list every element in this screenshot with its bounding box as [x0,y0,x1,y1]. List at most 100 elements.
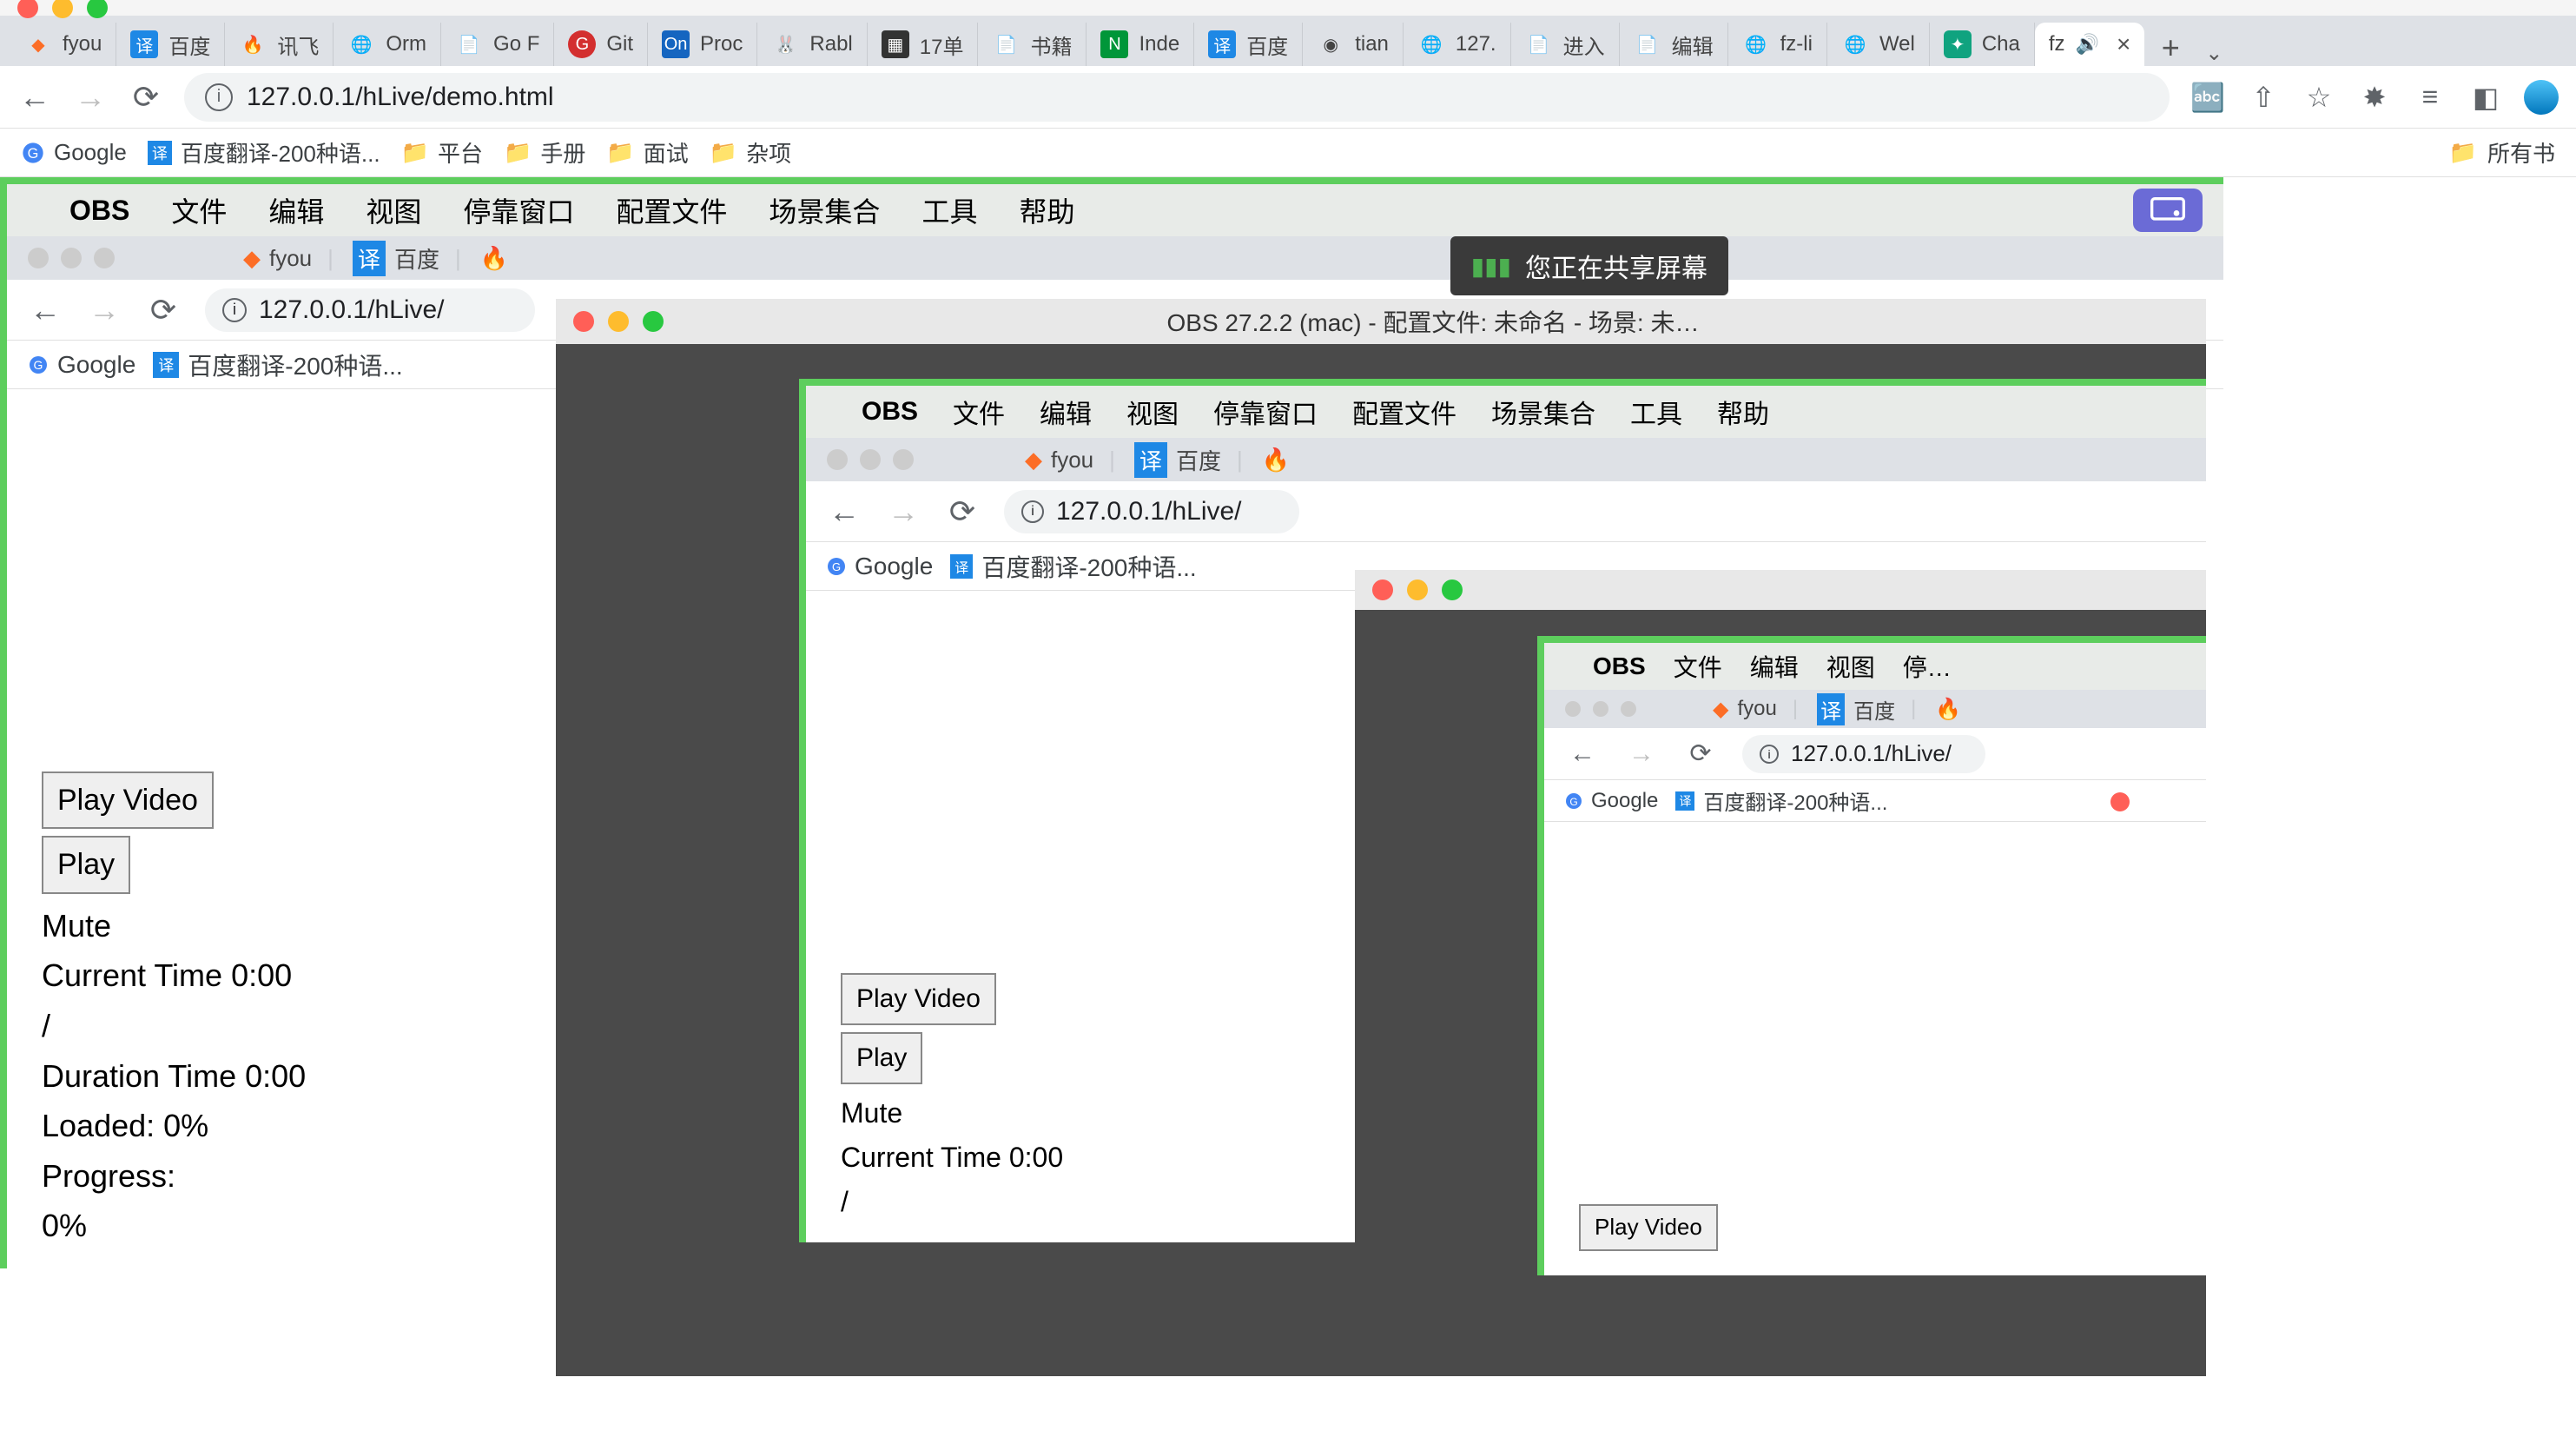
reload-button[interactable]: ⟳ [1683,737,1718,771]
menu-file[interactable]: 文件 [953,393,1005,431]
close-dot[interactable] [2110,792,2130,811]
inner-tab-fire[interactable]: 🔥 [480,245,508,272]
menu-edit[interactable]: 编辑 [1040,393,1092,431]
tab-tian[interactable]: ◉tian [1303,23,1404,66]
bookmark-baidu[interactable]: 译百度翻译-200种语... [153,348,402,382]
maximize-dot[interactable] [643,311,664,332]
inner-tab-gitlab[interactable]: ◆fyou| [1025,447,1122,473]
play-video-button[interactable]: Play Video [841,973,996,1025]
bookmark-google[interactable]: GGoogle [827,553,933,580]
reload-button[interactable]: ⟳ [945,494,980,529]
menu-view[interactable]: 视图 [1826,649,1875,684]
menu-dock[interactable]: 停… [1903,649,1952,684]
site-info-icon[interactable]: i [222,298,247,322]
tab-proc[interactable]: OnProc [648,23,757,66]
tab-gof[interactable]: 📄Go F [441,23,554,66]
forward-button[interactable]: → [73,80,108,115]
tab-17[interactable]: ▦17单 [868,23,979,66]
tab-baidu2[interactable]: 译百度 [1194,23,1303,66]
reading-list-icon[interactable]: ≡ [2413,80,2447,115]
tab-rabbit[interactable]: 🐰Rabl [757,23,867,66]
inner-tab-fire[interactable]: 🔥 [1935,697,1961,722]
play-button[interactable]: Play [42,836,130,893]
site-info-icon[interactable]: i [1760,745,1779,764]
maximize-dot[interactable] [87,0,108,18]
menu-profile[interactable]: 配置文件 [616,190,727,230]
maximize-dot[interactable] [1442,579,1463,600]
obs-titlebar-l2[interactable]: OBS 27.2.2 (mac) - 配置文件: 未命名 - 场景: 未… [556,299,2206,344]
bookmark-folder-manual[interactable]: 📁手册 [504,136,585,169]
back-button[interactable]: ← [28,293,63,328]
bookmark-baidu[interactable]: 译百度翻译-200种语... [950,549,1196,584]
tab-baidu[interactable]: 译百度 [116,23,225,66]
bookmark-google[interactable]: GGoogle [1565,789,1658,813]
tab-books[interactable]: 📄书籍 [978,23,1087,66]
menu-profile[interactable]: 配置文件 [1352,393,1456,431]
menu-view[interactable]: 视图 [366,190,421,230]
address-bar[interactable]: i 127.0.0.1/hLive/demo.html [184,73,2170,122]
menu-tools[interactable]: 工具 [1630,393,1682,431]
inner-address-bar[interactable]: i127.0.0.1/hLive/ [1742,735,1985,773]
close-dot[interactable] [1372,579,1393,600]
obs-app-name[interactable]: OBS [1593,652,1646,680]
inner-tab-gitlab[interactable]: ◆fyou| [243,245,340,272]
inner-tab-baidu[interactable]: 译百度| [353,241,468,276]
bookmark-google[interactable]: GGoogle [28,351,135,379]
side-panel-icon[interactable]: ◧ [2468,80,2503,115]
audio-icon[interactable]: 🔊 [2076,33,2099,56]
bookmark-folder-platform[interactable]: 📁平台 [401,136,483,169]
menu-help[interactable]: 帮助 [1019,190,1074,230]
menu-dock[interactable]: 停靠窗口 [1213,393,1318,431]
forward-button[interactable]: → [1624,737,1659,771]
cast-button[interactable] [2133,189,2203,232]
menu-help[interactable]: 帮助 [1717,393,1769,431]
minimize-dot[interactable] [52,0,73,18]
bookmark-google[interactable]: GGoogle [21,139,127,166]
profile-avatar[interactable] [2524,80,2559,115]
tab-orm[interactable]: 🌐Orm [334,23,441,66]
reload-button[interactable]: ⟳ [129,80,163,115]
tab-edit[interactable]: 📄编辑 [1620,23,1728,66]
play-video-button[interactable]: Play Video [42,771,214,829]
site-info-icon[interactable]: i [1021,500,1044,523]
inner-tab-gitlab[interactable]: ◆fyou| [1713,697,1805,722]
tab-fzli[interactable]: 🌐fz-li [1728,23,1827,66]
bookmark-baidu[interactable]: 译百度翻译-200种语... [148,136,380,169]
tab-git[interactable]: GGit [554,23,648,66]
menu-edit[interactable]: 编辑 [268,190,324,230]
menu-file[interactable]: 文件 [1674,649,1722,684]
new-tab-button[interactable]: + [2144,30,2196,66]
tab-gitlab[interactable]: ◆fyou [10,23,116,66]
minimize-dot[interactable] [608,311,629,332]
bookmarks-overflow[interactable]: 📁所有书 [2449,136,2555,169]
menu-scene[interactable]: 场景集合 [1491,393,1595,431]
tab-xunfei[interactable]: 🔥讯飞 [225,23,334,66]
inner-address-bar[interactable]: i 127.0.0.1/hLive/ [205,288,535,332]
close-icon[interactable]: × [2117,30,2130,58]
tab-wel[interactable]: 🌐Wel [1827,23,1930,66]
minimize-dot[interactable] [1407,579,1428,600]
translate-icon[interactable]: 🔤 [2190,80,2225,115]
play-video-button[interactable]: Play Video [1579,1204,1718,1251]
obs-window-l3[interactable]: OBS 文件 编辑 视图 停… ◆fyou| [1355,570,2206,1376]
menu-scene[interactable]: 场景集合 [769,190,880,230]
reload-button[interactable]: ⟳ [146,293,181,328]
bookmark-folder-misc[interactable]: 📁杂项 [710,136,791,169]
tabs-overflow-button[interactable]: ⌄ [2196,41,2231,66]
tab-nginx[interactable]: NInde [1087,23,1194,66]
screen-share-toast[interactable]: ▮▮▮ 您正在共享屏幕 [1450,236,1728,295]
inner-address-bar[interactable]: i127.0.0.1/hLive/ [1004,490,1299,533]
inner-tab-baidu[interactable]: 译百度| [1817,693,1923,725]
close-dot[interactable] [17,0,38,18]
inner-tab-fire[interactable]: 🔥 [1262,447,1290,473]
tab-fz-active[interactable]: fz 🔊 × [2035,23,2144,66]
play-button[interactable]: Play [841,1032,922,1084]
back-button[interactable]: ← [1565,737,1600,771]
tab-cha[interactable]: ✦Cha [1930,23,2035,66]
obs-app-name[interactable]: OBS [69,195,129,227]
menu-dock[interactable]: 停靠窗口 [463,190,574,230]
site-info-icon[interactable]: i [205,83,233,111]
inner-tab-baidu[interactable]: 译百度| [1134,442,1250,478]
share-icon[interactable]: ⇧ [2246,80,2281,115]
menu-edit[interactable]: 编辑 [1750,649,1799,684]
